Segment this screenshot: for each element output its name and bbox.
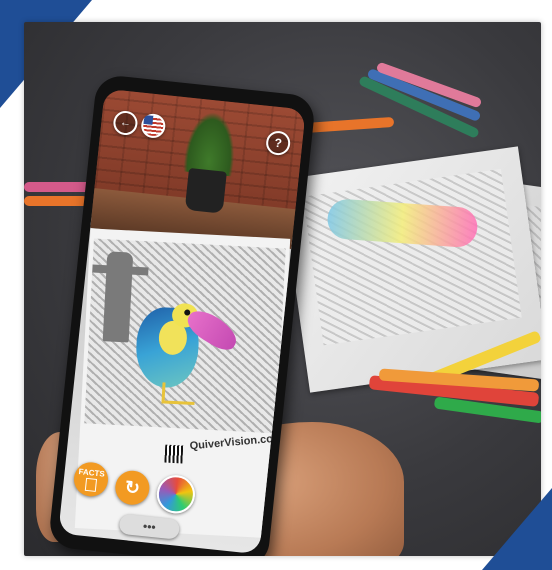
back-icon: ← xyxy=(119,116,132,130)
refresh-icon: ↻ xyxy=(123,476,141,498)
facts-label: FACTS xyxy=(78,466,106,479)
pencil-pink-left xyxy=(24,182,94,192)
phone-screen: QuiverVision.com ← ? FACTS ↻ ••• xyxy=(58,88,306,555)
plant-pot xyxy=(184,167,227,214)
site-url: QuiverVision.com xyxy=(189,432,284,453)
help-icon: ? xyxy=(273,135,283,151)
corner-accent-bottom-right xyxy=(482,488,552,570)
photo: QuiverVision.com ← ? FACTS ↻ ••• xyxy=(24,22,541,556)
qr-code xyxy=(164,444,184,464)
plant xyxy=(182,109,239,177)
facts-icon xyxy=(84,477,97,492)
pencil-orange-left xyxy=(24,196,88,206)
ar-toucan-feet xyxy=(161,382,196,406)
more-icon: ••• xyxy=(142,519,157,535)
pencil-orange xyxy=(303,116,395,134)
